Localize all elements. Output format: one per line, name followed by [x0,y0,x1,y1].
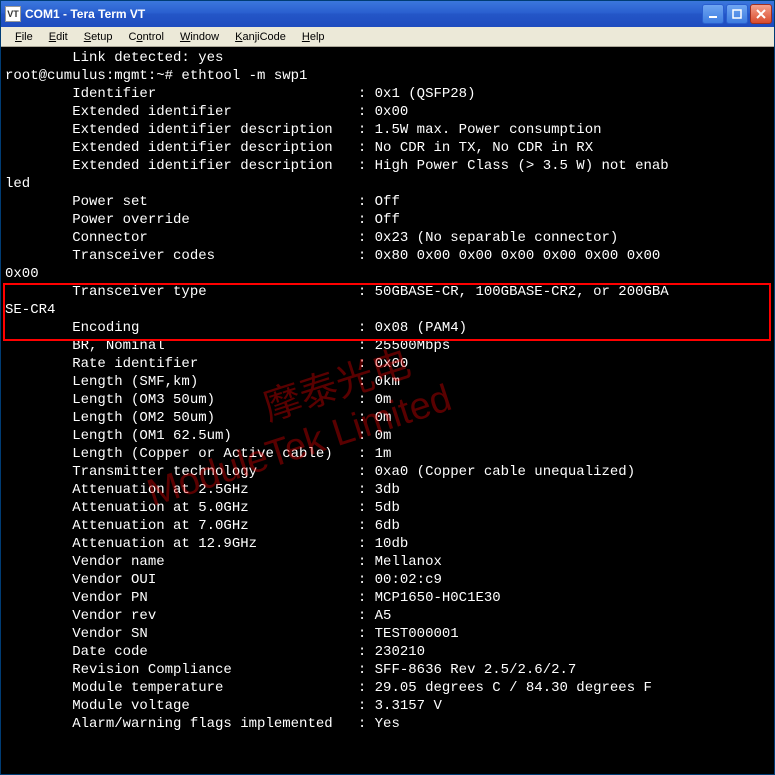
terminal-line: Transceiver type : 50GBASE-CR, 100GBASE-… [5,283,770,301]
terminal-line: Extended identifier : 0x00 [5,103,770,121]
terminal-line: Transmitter technology : 0xa0 (Copper ca… [5,463,770,481]
close-icon [756,9,766,19]
terminal-line: Vendor PN : MCP1650-H0C1E30 [5,589,770,607]
terminal-line: led [5,175,770,193]
maximize-icon [732,9,742,19]
terminal-line: SE-CR4 [5,301,770,319]
terminal-line: Extended identifier description : High P… [5,157,770,175]
menu-bar: File Edit Setup Control Window KanjiCode… [1,27,774,47]
terminal-line: Revision Compliance : SFF-8636 Rev 2.5/2… [5,661,770,679]
terminal-line: Power override : Off [5,211,770,229]
terminal-line: Length (Copper or Active cable) : 1m [5,445,770,463]
terminal-line: Attenuation at 12.9GHz : 10db [5,535,770,553]
close-button[interactable] [750,4,772,24]
maximize-button[interactable] [726,4,748,24]
window-title: COM1 - Tera Term VT [25,7,702,21]
terminal-line: Rate identifier : 0x00 [5,355,770,373]
terminal-line: Length (SMF,km) : 0km [5,373,770,391]
terminal-line: Date code : 230210 [5,643,770,661]
terminal-line: Alarm/warning flags implemented : Yes [5,715,770,733]
app-window: VT COM1 - Tera Term VT File Edit Setup C… [0,0,775,775]
menu-kanjicode[interactable]: KanjiCode [227,29,294,45]
title-bar[interactable]: VT COM1 - Tera Term VT [1,1,774,27]
terminal-line: Length (OM3 50um) : 0m [5,391,770,409]
terminal-line: root@cumulus:mgmt:~# ethtool -m swp1 [5,67,770,85]
terminal-line: Attenuation at 7.0GHz : 6db [5,517,770,535]
terminal-line: Power set : Off [5,193,770,211]
terminal-line: Vendor name : Mellanox [5,553,770,571]
terminal-line: Attenuation at 5.0GHz : 5db [5,499,770,517]
terminal-line: Length (OM2 50um) : 0m [5,409,770,427]
menu-edit[interactable]: Edit [41,29,76,45]
terminal-line: Connector : 0x23 (No separable connector… [5,229,770,247]
menu-setup[interactable]: Setup [76,29,121,45]
terminal-line: Link detected: yes [5,49,770,67]
menu-control[interactable]: Control [120,29,171,45]
window-controls [702,4,772,24]
terminal-line: Vendor OUI : 00:02:c9 [5,571,770,589]
terminal-line: Attenuation at 2.5GHz : 3db [5,481,770,499]
terminal-line: Encoding : 0x08 (PAM4) [5,319,770,337]
minimize-button[interactable] [702,4,724,24]
terminal-line: Vendor rev : A5 [5,607,770,625]
terminal-line: Module voltage : 3.3157 V [5,697,770,715]
terminal-line: BR, Nominal : 25500Mbps [5,337,770,355]
terminal-line: Identifier : 0x1 (QSFP28) [5,85,770,103]
menu-help[interactable]: Help [294,29,333,45]
terminal-line: Extended identifier description : No CDR… [5,139,770,157]
app-icon: VT [5,6,21,22]
terminal-line: 0x00 [5,265,770,283]
menu-window[interactable]: Window [172,29,227,45]
terminal-area[interactable]: Link detected: yesroot@cumulus:mgmt:~# e… [1,47,774,774]
terminal-line: Length (OM1 62.5um) : 0m [5,427,770,445]
terminal-line: Transceiver codes : 0x80 0x00 0x00 0x00 … [5,247,770,265]
terminal-line: Vendor SN : TEST000001 [5,625,770,643]
minimize-icon [708,9,718,19]
menu-file[interactable]: File [7,29,41,45]
terminal-line: Extended identifier description : 1.5W m… [5,121,770,139]
terminal-line: Module temperature : 29.05 degrees C / 8… [5,679,770,697]
